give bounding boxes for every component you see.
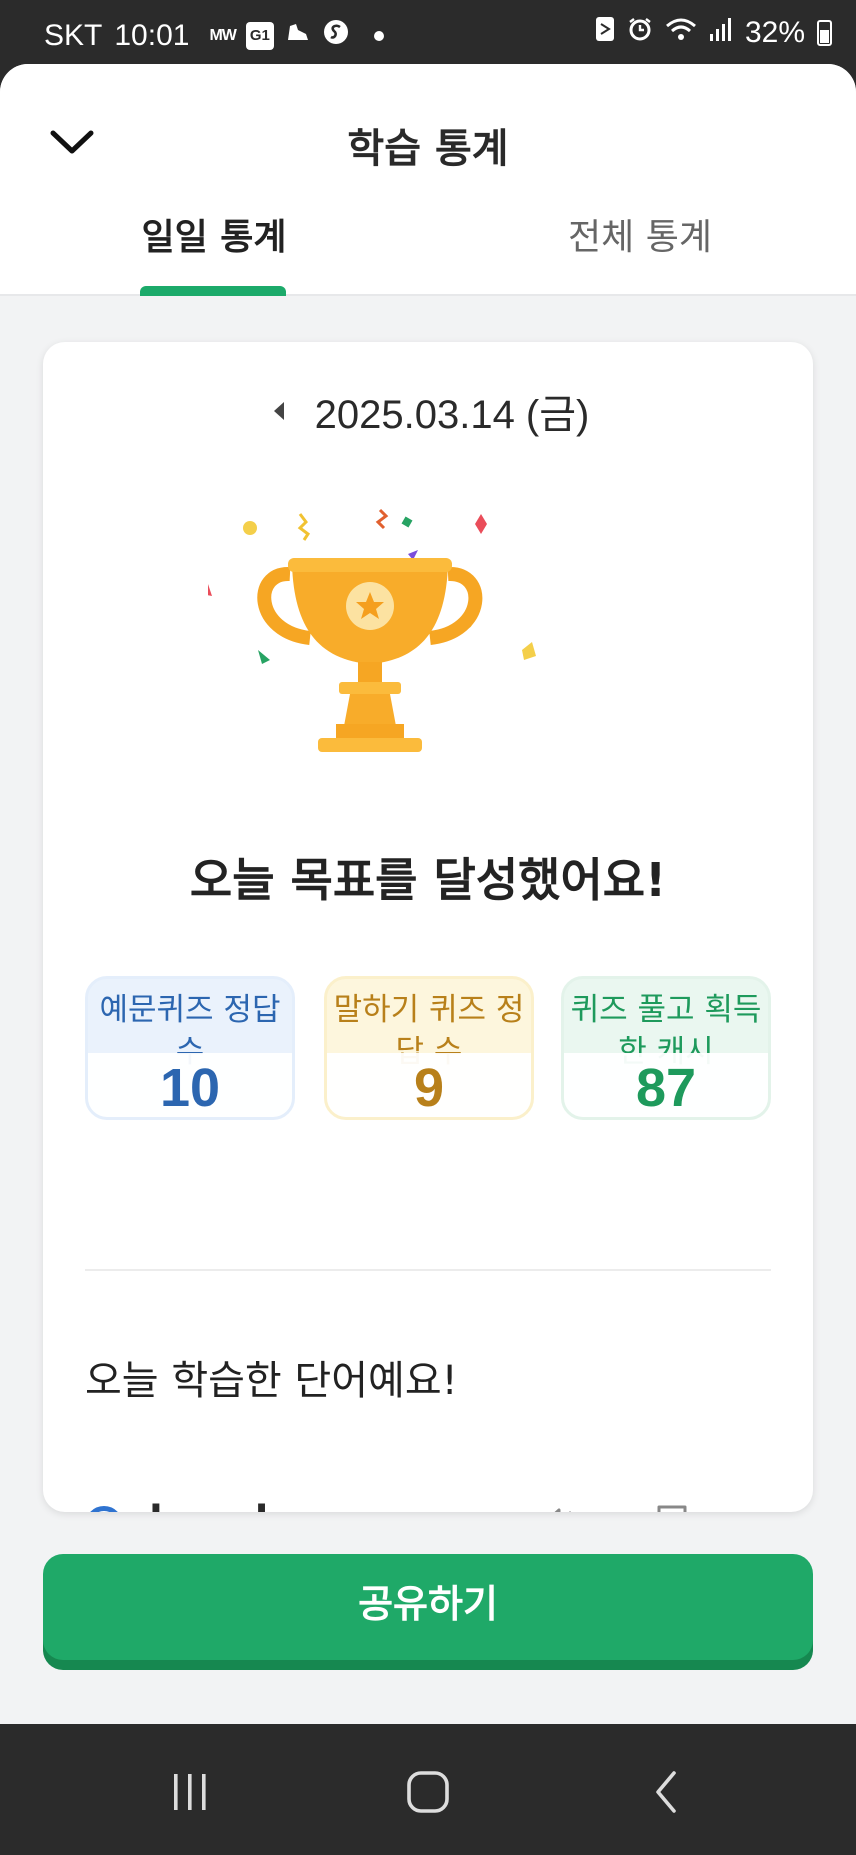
back-icon — [656, 1771, 676, 1813]
stat-value: 10 — [159, 1058, 221, 1118]
wifi-icon — [665, 16, 697, 50]
share-button[interactable]: 공유하기 — [43, 1554, 813, 1660]
expand-word-button[interactable] — [760, 1500, 810, 1512]
word-text: break — [149, 1494, 282, 1512]
status-bar-left: SKT 10:01 MW G1 — [44, 18, 384, 54]
home-icon — [407, 1771, 449, 1813]
home-button[interactable] — [398, 1762, 458, 1822]
recents-icon — [174, 1774, 206, 1810]
bookmark-icon — [657, 1505, 687, 1512]
stat-sentence-quiz-correct: 예문퀴즈 정답 수 10 — [85, 976, 295, 1120]
tab-total-stats[interactable]: 전체 통계 — [520, 208, 760, 294]
stat-value: 87 — [635, 1058, 697, 1118]
sneaker-icon — [284, 18, 312, 54]
word-item[interactable]: break — [85, 1482, 771, 1512]
notification-icons: MW G1 — [209, 18, 384, 54]
speaker-icon — [554, 1508, 572, 1512]
battery-percent: 32% — [744, 16, 805, 49]
g1-icon: G1 — [245, 22, 274, 50]
battery-icon — [817, 20, 832, 46]
circle-mark-icon — [85, 1506, 123, 1512]
mw-icon: MW — [209, 27, 236, 44]
s-icon — [322, 18, 350, 54]
status-bar-right: 32% — [595, 16, 832, 50]
alarm-icon — [627, 16, 653, 50]
trophy-icon — [208, 508, 536, 752]
caret-left-icon — [273, 402, 284, 420]
page-title: 학습 통계 — [347, 126, 509, 172]
tab-label: 일일 통계 — [141, 217, 287, 258]
date-navigator: 2025.03.14 (금) — [43, 382, 813, 440]
tab-label: 전체 통계 — [568, 217, 712, 258]
system-nav-bar — [0, 1724, 856, 1855]
stats-sheet: 학습 통계 일일 통계 전체 통계 2025.03.14 (금) 오늘 목표를 … — [0, 64, 856, 1724]
learned-words-title: 오늘 학습한 단어예요! — [85, 1358, 458, 1404]
date-label: 2025.03.14 (금) — [314, 393, 590, 437]
tab-indicator — [140, 286, 286, 296]
daily-stats-card: 2025.03.14 (금) 오늘 목표를 달성했어요! 예문퀴즈 정답 수 1… — [43, 342, 813, 1512]
stat-speaking-quiz-correct: 말하기 퀴즈 정답 수 9 — [324, 976, 534, 1120]
pronunciation-button[interactable] — [535, 1500, 585, 1512]
carrier-label: SKT — [44, 19, 103, 52]
tab-daily-stats[interactable]: 일일 통계 — [94, 208, 334, 296]
goal-achieved-message: 오늘 목표를 달성했어요! — [189, 853, 667, 907]
header: 학습 통계 일일 통계 전체 통계 — [0, 64, 856, 296]
divider — [85, 1269, 771, 1271]
recent-apps-button[interactable] — [160, 1762, 220, 1822]
back-button[interactable] — [636, 1762, 696, 1822]
clock: 10:01 — [114, 19, 190, 52]
stat-quiz-cash-earned: 퀴즈 풀고 획득한 캐시 87 — [561, 976, 771, 1120]
status-bar: SKT 10:01 MW G1 32% — [0, 0, 856, 64]
stat-value: 9 — [413, 1058, 445, 1118]
dot-icon — [373, 31, 384, 41]
bookmark-button[interactable] — [647, 1500, 697, 1512]
signal-icon — [709, 16, 733, 50]
nfc-icon — [595, 16, 615, 50]
previous-date-button[interactable] — [267, 396, 291, 426]
